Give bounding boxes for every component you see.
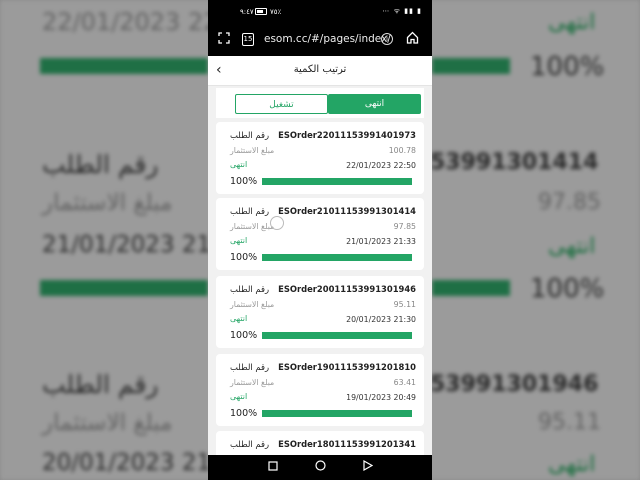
order-id: ESOrder20011153991301946 [278, 284, 416, 294]
order-label: رقم الطلب [230, 284, 270, 294]
order-id: ESOrder21011153991301414 [278, 206, 416, 216]
recents-icon[interactable] [268, 460, 278, 474]
progress-percent: 100% [230, 252, 258, 263]
amount-label: مبلغ الاستثمار [230, 146, 275, 155]
bg-status: انتهى [548, 234, 596, 259]
amount-label: مبلغ الاستثمار [230, 222, 275, 231]
bg-amount-label: مبلغ الاستثمار [42, 410, 173, 436]
tab-bar: تشغيل انتهى [216, 88, 424, 118]
bg-percent: 100% [530, 52, 605, 82]
amount-label: مبلغ الاستثمار [230, 378, 275, 387]
bg-progress-bar [432, 280, 510, 296]
bg-date: 21/01/2023 21 [42, 232, 212, 258]
bg-progress-bar [40, 280, 208, 296]
order-id: ESOrder19011153991201810 [278, 362, 416, 372]
address-bar[interactable]: esom.cc/#/pages/index/ [264, 33, 391, 45]
order-id: ESOrder18011153991201341 [278, 439, 416, 449]
status-label: انتهى [230, 392, 248, 401]
order-date: 19/01/2023 20:49 [346, 393, 416, 402]
back-triangle-icon[interactable] [363, 459, 374, 474]
page-title: ترتيب الكمية [293, 64, 347, 75]
status-label: انتهى [230, 314, 248, 323]
bg-order-id: 53991301946 [430, 372, 599, 397]
bg-status: انتهى [548, 452, 596, 477]
bg-percent: 100% [530, 274, 605, 304]
page-header: ‹ ترتيب الكمية [208, 56, 432, 86]
system-nav-bar [208, 455, 432, 480]
amount-label: مبلغ الاستثمار [230, 300, 275, 309]
progress-fill [262, 254, 412, 261]
bg-amount: 97.85 [538, 190, 601, 215]
bg-order-label: رقم الطلب [42, 370, 159, 399]
bg-order-id: 53991301414 [430, 150, 599, 175]
clock: ٩:٤٧ [240, 8, 254, 16]
order-card[interactable]: ESOrder19011153991201810 رقم الطلب 63.41… [216, 354, 424, 426]
status-bar: ٩:٤٧ ٧٥٪ ⋯ ᯤ ▮▮ ▮ [208, 0, 432, 24]
battery-level: ٧٥٪ [270, 8, 282, 16]
progress-fill [262, 410, 412, 417]
bg-amount-label: مبلغ الاستثمار [42, 190, 173, 216]
order-card[interactable]: ESOrder21011153991301414 رقم الطلب 97.85… [216, 198, 424, 270]
amount-value: 63.41 [393, 378, 416, 387]
progress-fill [262, 178, 412, 185]
order-card[interactable]: ESOrder20011153991301946 رقم الطلب 95.11… [216, 276, 424, 348]
amount-value: 100.78 [388, 146, 416, 155]
tab-running[interactable]: تشغيل [235, 94, 328, 114]
progress-percent: 100% [230, 176, 258, 187]
progress-percent: 100% [230, 408, 258, 419]
amount-value: 95.11 [393, 300, 416, 309]
progress-bar [262, 254, 412, 261]
order-label: رقم الطلب [230, 439, 270, 449]
amount-value: 97.85 [393, 222, 416, 231]
order-id: ESOrder22011153991401973 [278, 130, 416, 140]
info-icon[interactable]: i [381, 33, 393, 45]
bg-status: انتهى [548, 10, 596, 35]
loading-spinner [270, 216, 284, 230]
bg-amount: 95.11 [538, 410, 601, 435]
status-label: انتهى [230, 160, 248, 169]
bg-date: 22/01/2023 22 [42, 8, 219, 36]
order-label: رقم الطلب [230, 362, 270, 372]
browser-toolbar: 15 esom.cc/#/pages/index/ i [208, 24, 432, 56]
progress-bar [262, 178, 412, 185]
bg-date: 20/01/2023 21 [42, 450, 212, 476]
bg-order-label: رقم الطلب [42, 150, 159, 179]
bg-progress-bar [40, 58, 208, 74]
progress-bar [262, 332, 412, 339]
order-card[interactable]: ESOrder22011153991401973 رقم الطلب 100.7… [216, 122, 424, 194]
home-icon[interactable] [406, 31, 419, 47]
tab-count-button[interactable]: 15 [242, 33, 254, 46]
progress-percent: 100% [230, 330, 258, 341]
bg-progress-bar [432, 58, 510, 74]
progress-bar [262, 410, 412, 417]
signal-icons: ⋯ ᯤ ▮▮ ▮ [382, 7, 422, 15]
battery-icon [255, 8, 267, 15]
order-date: 21/01/2023 21:33 [346, 237, 416, 246]
order-label: رقم الطلب [230, 130, 270, 140]
order-date: 20/01/2023 21:30 [346, 315, 416, 324]
order-label: رقم الطلب [230, 206, 270, 216]
progress-fill [262, 332, 412, 339]
tab-finished[interactable]: انتهى [328, 94, 421, 114]
phone-screen: ٩:٤٧ ٧٥٪ ⋯ ᯤ ▮▮ ▮ 15 esom.cc/#/pages/ind… [208, 0, 432, 480]
scan-icon[interactable] [218, 32, 230, 47]
home-button-icon[interactable] [315, 460, 326, 474]
status-label: انتهى [230, 236, 248, 245]
order-date: 22/01/2023 22:50 [346, 161, 416, 170]
